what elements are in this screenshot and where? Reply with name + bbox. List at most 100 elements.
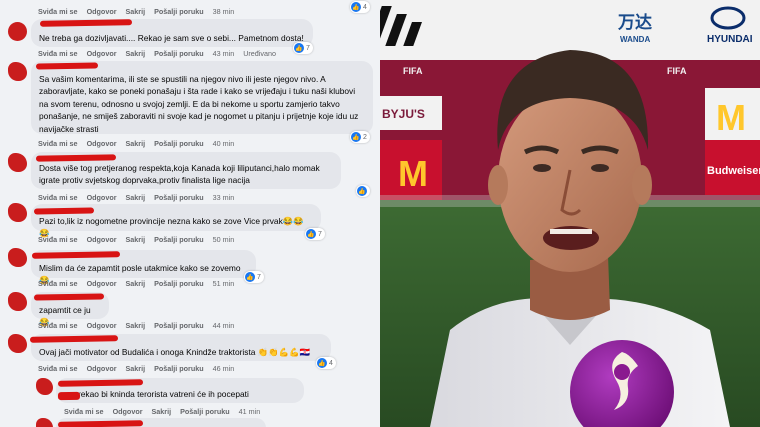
redacted-text	[57, 391, 81, 401]
comment-time: 33 min	[212, 192, 235, 202]
like-link[interactable]: Sviđa mi se	[38, 49, 78, 58]
like-icon: 👍	[245, 272, 255, 282]
message-link[interactable]: Pošalji poruku	[154, 279, 204, 288]
avatar[interactable]	[8, 334, 27, 353]
reply-link[interactable]: Odgovor	[87, 235, 117, 244]
reaction-count[interactable]: 👍 7	[244, 271, 264, 283]
message-link[interactable]: Pošalji poruku	[180, 407, 230, 416]
message-link[interactable]: Pošalji poruku	[154, 193, 204, 202]
comment-actions: Sviđa mi se Odgovor Sakrij Pošalji poruk…	[38, 319, 243, 331]
message-link[interactable]: Pošalji poruku	[154, 7, 204, 16]
comment-actions: Sviđa mi se Odgovor Sakrij Pošalji poruk…	[38, 277, 243, 289]
comment-time: 51 min	[212, 278, 235, 288]
comment-actions: Sviđa mi se Odgovor Sakrij Pošalji poruk…	[38, 5, 243, 17]
redacted-name	[35, 62, 99, 70]
hide-link[interactable]: Sakrij	[126, 364, 146, 373]
message-link[interactable]: Pošalji poruku	[154, 321, 204, 330]
hide-link[interactable]: Sakrij	[126, 139, 146, 148]
like-link[interactable]: Sviđa mi se	[38, 193, 78, 202]
reply-link[interactable]: Odgovor	[87, 279, 117, 288]
avatar[interactable]	[8, 203, 27, 222]
reply-link[interactable]: Odgovor	[87, 49, 117, 58]
hyundai-logo: HYUNDAI	[698, 0, 760, 58]
like-link[interactable]: Sviđa mi se	[38, 364, 78, 373]
avatar[interactable]	[8, 248, 27, 267]
redacted-name	[33, 207, 95, 215]
reply-link[interactable]: Odgovor	[87, 139, 117, 148]
comment-time: 44 min	[212, 320, 235, 330]
avatar[interactable]	[8, 62, 27, 81]
wanda-logo: 万达 WANDA	[617, 12, 652, 44]
reaction-count[interactable]: 👍 2	[350, 131, 370, 143]
like-icon: 👍	[294, 43, 304, 53]
like-link[interactable]: Sviđa mi se	[38, 7, 78, 16]
message-link[interactable]: Pošalji poruku	[154, 139, 204, 148]
comment-actions: Sviđa mi se Odgovor Sakrij Pošalji poruk…	[64, 405, 269, 417]
hide-link[interactable]: Sakrij	[126, 321, 146, 330]
like-icon: 👍	[306, 229, 316, 239]
message-link[interactable]: Pošalji poruku	[154, 49, 204, 58]
avatar[interactable]	[8, 153, 27, 172]
reply-link[interactable]: Odgovor	[87, 7, 117, 16]
reply-link[interactable]: Odgovor	[87, 193, 117, 202]
byjus-logo: BYJU'S	[382, 107, 425, 121]
comment-time: 38 min	[212, 6, 235, 16]
hide-link[interactable]: Sakrij	[126, 49, 146, 58]
budweiser-logo: Budweiser	[707, 165, 760, 177]
photo-scene: 万达 WANDA HYUNDAI FIFA FIFA BYJU'S M M Bu…	[380, 0, 760, 427]
mcdonalds-logo: M	[716, 97, 746, 138]
comment-text: Ne treba ga dozivljavati.... Rekao je sa…	[39, 33, 304, 43]
fifa-text: FIFA	[403, 66, 423, 76]
redacted-name	[57, 420, 144, 427]
like-icon: 👍	[357, 186, 367, 196]
comment-time: 40 min	[212, 138, 235, 148]
interview-photo: 万达 WANDA HYUNDAI FIFA FIFA BYJU'S M M Bu…	[380, 0, 760, 427]
comment-text: Dosta više tog pretjeranog respekta,koja…	[39, 163, 320, 186]
comment-text: Ovaj jači motivator od Budalića i onoga …	[39, 347, 310, 357]
reaction-count[interactable]: 👍 7	[305, 228, 325, 240]
reaction-count[interactable]: 👍 7	[293, 42, 313, 54]
comment-actions: Sviđa mi se Odgovor Sakrij Pošalji poruk…	[38, 47, 285, 59]
comment-time: 43 min	[212, 48, 235, 58]
comment-actions: Sviđa mi se Odgovor Sakrij Pošalji poruk…	[38, 362, 243, 374]
reply-link[interactable]: Odgovor	[87, 321, 117, 330]
like-link[interactable]: Sviđa mi se	[38, 235, 78, 244]
like-link[interactable]: Sviđa mi se	[38, 279, 78, 288]
avatar[interactable]	[36, 418, 53, 427]
mcdonalds-logo: M	[398, 153, 428, 194]
like-link[interactable]: Sviđa mi se	[38, 139, 78, 148]
like-link[interactable]: Sviđa mi se	[38, 321, 78, 330]
comment-text: ...e rekao bi knindа terorista vatreni ć…	[64, 389, 249, 399]
reply-link[interactable]: Odgovor	[87, 364, 117, 373]
comment-time: 41 min	[238, 406, 261, 416]
message-link[interactable]: Pošalji poruku	[154, 364, 204, 373]
edited-label: Uređivano	[243, 48, 276, 58]
redacted-name	[33, 293, 105, 301]
avatar[interactable]	[8, 292, 27, 311]
reply-link[interactable]: Odgovor	[113, 407, 143, 416]
like-link[interactable]: Sviđa mi se	[64, 407, 104, 416]
hide-link[interactable]: Sakrij	[126, 7, 146, 16]
hide-link[interactable]: Sakrij	[126, 279, 146, 288]
reaction-count[interactable]: 👍 4	[350, 1, 370, 13]
reaction-count[interactable]: 👍 4	[316, 357, 336, 369]
avatar[interactable]	[8, 22, 27, 41]
comment-text: Sa vašim komentarima, ili ste se spustil…	[39, 74, 359, 134]
comment-actions: Sviđa mi se Odgovor Sakrij Pošalji poruk…	[38, 137, 243, 149]
comment-actions: Sviđa mi se Odgovor Sakrij Pošalji poruk…	[38, 191, 243, 203]
fifa-text: FIFA	[667, 66, 687, 76]
hide-link[interactable]: Sakrij	[126, 193, 146, 202]
message-link[interactable]: Pošalji poruku	[154, 235, 204, 244]
svg-text:WANDA: WANDA	[620, 35, 650, 44]
reaction-count[interactable]: 👍	[356, 185, 370, 197]
like-icon: 👍	[351, 132, 361, 142]
svg-text:万达: 万达	[617, 12, 652, 32]
comment-time: 46 min	[212, 363, 235, 373]
hide-link[interactable]: Sakrij	[126, 235, 146, 244]
svg-text:HYUNDAI: HYUNDAI	[707, 34, 753, 45]
comment-bubble: Sa vašim komentarima, ili ste se spustil…	[31, 61, 373, 134]
comment-actions: Sviđa mi se Odgovor Sakrij Pošalji poruk…	[38, 233, 243, 245]
like-icon: 👍	[317, 358, 327, 368]
avatar[interactable]	[36, 378, 53, 395]
hide-link[interactable]: Sakrij	[152, 407, 172, 416]
